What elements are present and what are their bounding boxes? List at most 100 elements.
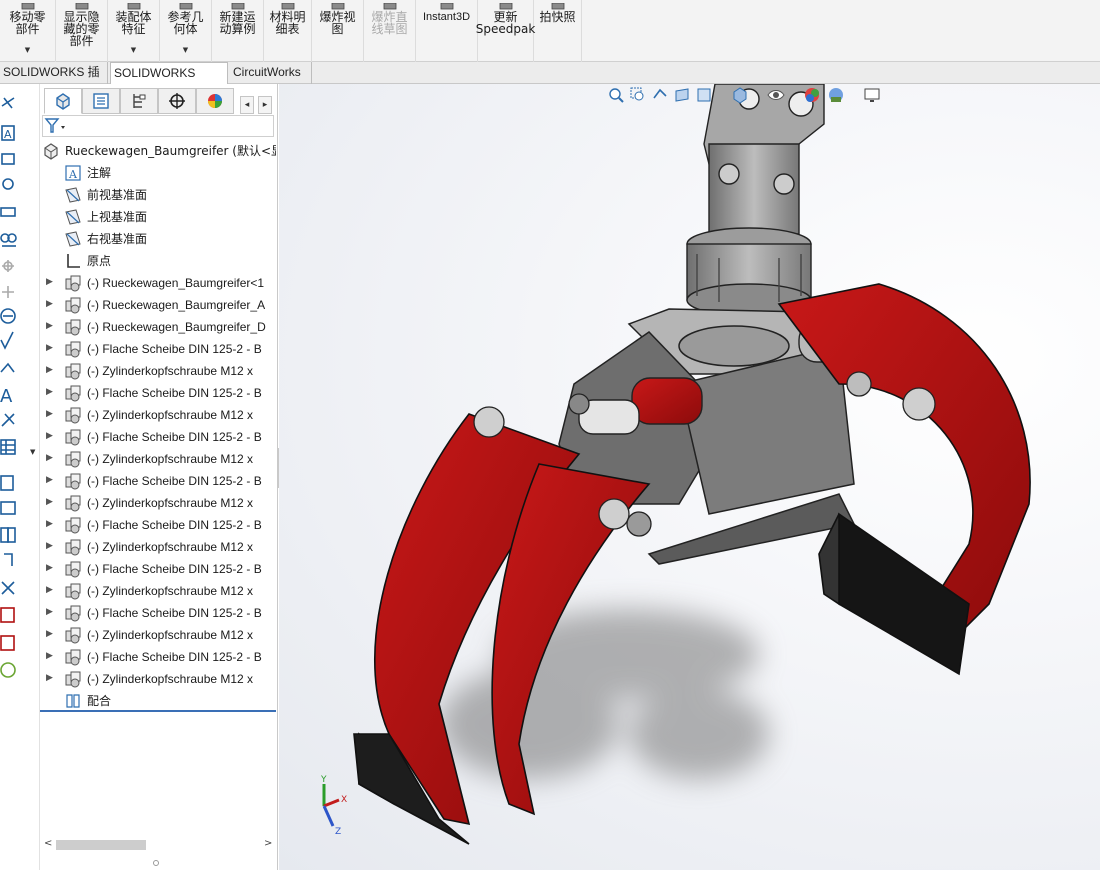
previous-view-icon[interactable]	[651, 86, 669, 104]
tree-item[interactable]: ▶ (-) Flache Scheibe DIN 125-2 - B	[40, 426, 276, 448]
ribbon-button-6[interactable]: 爆炸视 图	[312, 0, 364, 62]
expand-arrow-icon[interactable]: ▶	[46, 541, 53, 551]
chevron-down-icon[interactable]: ▼	[25, 46, 30, 54]
expand-arrow-icon[interactable]: ▶	[46, 519, 53, 529]
expand-arrow-icon[interactable]: ▶	[46, 475, 53, 485]
fm-tabs-prev[interactable]: ◂	[240, 96, 254, 114]
tree-item[interactable]: 原点	[40, 250, 276, 272]
3d-pdf-icon[interactable]	[0, 475, 14, 491]
expand-arrow-icon[interactable]: ▶	[46, 563, 53, 573]
dimxpert-tool-icon[interactable]	[1, 581, 15, 595]
tree-item[interactable]: ▶ (-) Flache Scheibe DIN 125-2 - B	[40, 338, 276, 360]
tree-item[interactable]: ▶ (-) Rueckewagen_Baumgreifer_A	[40, 294, 276, 316]
note-icon[interactable]: A	[1, 125, 15, 141]
tree-item[interactable]: ▶ (-) Zylinderkopfschraube M12 x	[40, 448, 276, 470]
tab-solidworks-mbd[interactable]: SOLIDWORKS MBD	[110, 62, 228, 101]
apply-scene-icon[interactable]	[827, 86, 845, 104]
datum-target-icon[interactable]	[2, 286, 14, 298]
feature-tree-tab[interactable]	[44, 88, 82, 114]
expand-arrow-icon[interactable]: ▶	[46, 343, 53, 353]
grapple-model[interactable]: Y X Z	[279, 84, 1100, 870]
tree-item[interactable]: ▶ (-) Zylinderkopfschraube M12 x	[40, 624, 276, 646]
tree-item[interactable]: ▶ (-) Flache Scheibe DIN 125-2 - B	[40, 382, 276, 404]
expand-arrow-icon[interactable]: ▶	[46, 299, 53, 309]
tree-item[interactable]: ▶ (-) Flache Scheibe DIN 125-2 - B	[40, 602, 276, 624]
section-view-icon[interactable]	[673, 86, 691, 104]
ribbon-button-5[interactable]: 材料明 细表	[264, 0, 312, 62]
scroll-left-arrow[interactable]: <	[44, 838, 52, 849]
auto-balloon-icon[interactable]	[0, 207, 16, 217]
tree-item[interactable]: ▶ (-) Rueckewagen_Baumgreifer<1	[40, 272, 276, 294]
hole-callout-icon[interactable]	[1, 413, 15, 427]
scroll-right-arrow[interactable]: >	[264, 838, 272, 849]
pdf-template-icon[interactable]	[0, 635, 15, 651]
tree-item[interactable]: ▶ (-) Flache Scheibe DIN 125-2 - B	[40, 470, 276, 492]
surface-finish-icon[interactable]	[0, 331, 14, 350]
expand-arrow-icon[interactable]: ▶	[46, 497, 53, 507]
panel-resize-grip[interactable]	[153, 860, 159, 866]
view-settings-icon[interactable]	[863, 86, 881, 104]
tree-item[interactable]: 前视基准面	[40, 184, 276, 206]
expand-arrow-icon[interactable]: ▶	[46, 585, 53, 595]
balloon-icon[interactable]	[1, 153, 15, 190]
tree-item[interactable]: ▶ (-) Zylinderkopfschraube M12 x	[40, 668, 276, 690]
tab-circuitworks[interactable]: CircuitWorks	[230, 62, 312, 84]
magnetic-line-icon[interactable]	[0, 233, 17, 247]
tree-item[interactable]: 配合	[40, 690, 276, 708]
expand-arrow-icon[interactable]: ▶	[46, 409, 53, 419]
view-orientation-icon[interactable]	[695, 86, 713, 104]
weld-symbol-icon[interactable]	[0, 308, 16, 324]
datum-feature-icon[interactable]: A	[0, 386, 13, 407]
tree-item[interactable]: ▶ (-) Rueckewagen_Baumgreifer_D	[40, 316, 276, 338]
table-dropdown-icon[interactable]: ▼	[30, 448, 36, 456]
publish-icon[interactable]	[0, 501, 16, 515]
expand-arrow-icon[interactable]: ▶	[46, 431, 53, 441]
edit-appearance-icon[interactable]	[803, 86, 821, 104]
tree-item[interactable]: ▶ (-) Flache Scheibe DIN 125-2 - B	[40, 514, 276, 536]
expand-arrow-icon[interactable]: ▶	[46, 277, 53, 287]
hide-show-items-icon[interactable]	[767, 86, 785, 104]
smart-dimension-icon[interactable]	[1, 97, 15, 109]
expand-arrow-icon[interactable]: ▶	[46, 321, 53, 331]
ribbon-button-8[interactable]: Instant3D	[416, 0, 478, 62]
ribbon-button-4[interactable]: 新建运 动算例	[212, 0, 264, 62]
tree-item[interactable]: ▶ (-) Flache Scheibe DIN 125-2 - B	[40, 558, 276, 580]
ribbon-button-7[interactable]: 爆炸直 线草图	[364, 0, 416, 62]
zoom-to-fit-icon[interactable]	[607, 86, 625, 104]
capture-icon[interactable]	[4, 553, 13, 566]
expand-arrow-icon[interactable]: ▶	[46, 387, 53, 397]
tree-item[interactable]: ▶ (-) Flache Scheibe DIN 125-2 - B	[40, 646, 276, 668]
expand-arrow-icon[interactable]: ▶	[46, 629, 53, 639]
expand-arrow-icon[interactable]: ▶	[46, 673, 53, 683]
tree-item[interactable]: ▶ (-) Zylinderkopfschraube M12 x	[40, 492, 276, 514]
tree-item[interactable]: ▶ (-) Zylinderkopfschraube M12 x	[40, 580, 276, 602]
expand-arrow-icon[interactable]: ▶	[46, 651, 53, 661]
ribbon-button-9[interactable]: 更新 Speedpak	[476, 0, 535, 62]
display-style-icon[interactable]	[731, 86, 749, 104]
tree-item[interactable]: A 注解	[40, 162, 276, 184]
tree-item[interactable]: 右视基准面	[40, 228, 276, 250]
pdf-export-icon[interactable]	[0, 607, 15, 623]
tree-item[interactable]: ▶ (-) Zylinderkopfschraube M12 x	[40, 404, 276, 426]
tree-item[interactable]: ▶ (-) Zylinderkopfschraube M12 x	[40, 360, 276, 382]
expand-arrow-icon[interactable]: ▶	[46, 453, 53, 463]
tree-horizontal-scrollbar[interactable]: < >	[40, 836, 276, 854]
geometric-tolerance-icon[interactable]	[0, 362, 15, 373]
expand-arrow-icon[interactable]: ▶	[46, 365, 53, 375]
dimxpert-manager-tab[interactable]	[158, 88, 196, 114]
ribbon-button-10[interactable]: 拍快照	[534, 0, 582, 62]
center-mark-icon[interactable]	[2, 260, 14, 272]
chevron-down-icon[interactable]: ▼	[131, 46, 136, 54]
ribbon-button-1[interactable]: 显示隐 藏的零 部件	[56, 0, 108, 62]
tab-solidworks-addins[interactable]: SOLIDWORKS 插件	[0, 62, 108, 100]
display-manager-tab[interactable]	[196, 88, 234, 114]
tree-item[interactable]: 上视基准面	[40, 206, 276, 228]
filter-icon[interactable]	[43, 116, 69, 136]
graphics-viewport[interactable]: Y X Z	[279, 84, 1100, 870]
expand-arrow-icon[interactable]: ▶	[46, 607, 53, 617]
tree-item[interactable]: Rueckewagen_Baumgreifer (默认<显	[40, 140, 276, 162]
ribbon-button-2[interactable]: 装配体 特征 ▼	[108, 0, 160, 62]
zoom-to-area-icon[interactable]	[629, 86, 647, 104]
chevron-down-icon[interactable]: ▼	[183, 46, 188, 54]
fm-tabs-next[interactable]: ▸	[258, 96, 272, 114]
